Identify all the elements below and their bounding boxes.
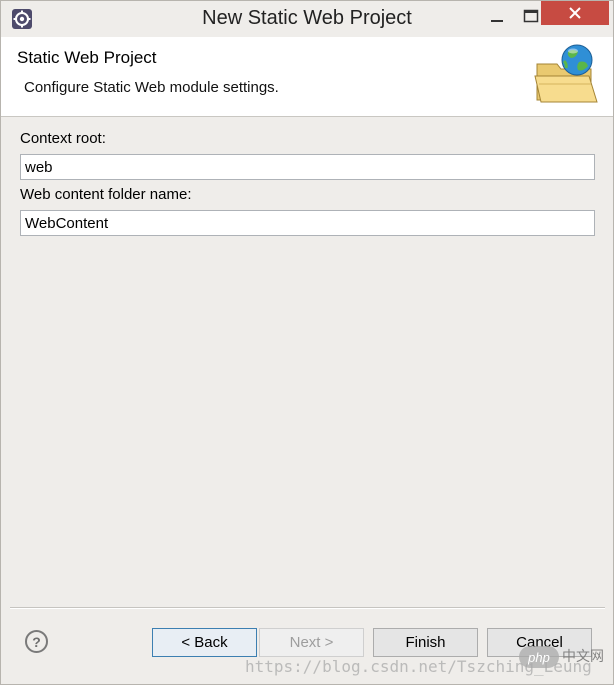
wizard-page-description: Configure Static Web module settings.: [24, 79, 279, 96]
button-bar-separator-highlight: [10, 608, 605, 609]
minimize-button[interactable]: [477, 1, 517, 31]
content-folder-input[interactable]: [20, 210, 595, 236]
context-root-input[interactable]: [20, 154, 595, 180]
help-button[interactable]: ?: [25, 630, 48, 653]
close-button[interactable]: [541, 1, 609, 25]
minimize-icon: [491, 20, 503, 22]
close-icon: [569, 7, 581, 19]
dialog-window: New Static Web Project Static Web Projec…: [0, 0, 614, 685]
next-button[interactable]: Next >: [259, 628, 364, 657]
watermark-site: 中文网: [562, 648, 604, 664]
help-icon: ?: [32, 633, 41, 650]
watermark-logo: php: [519, 646, 559, 668]
wizard-page-title: Static Web Project: [17, 48, 157, 67]
finish-button[interactable]: Finish: [373, 628, 478, 657]
context-root-label: Context root:: [20, 130, 106, 147]
wizard-banner: Static Web Project Configure Static Web …: [1, 37, 613, 117]
maximize-icon: [523, 9, 539, 23]
folder-globe-icon: [534, 44, 598, 103]
title-bar[interactable]: New Static Web Project: [1, 1, 613, 37]
back-button[interactable]: < Back: [152, 628, 257, 657]
content-folder-label: Web content folder name:: [20, 186, 192, 203]
